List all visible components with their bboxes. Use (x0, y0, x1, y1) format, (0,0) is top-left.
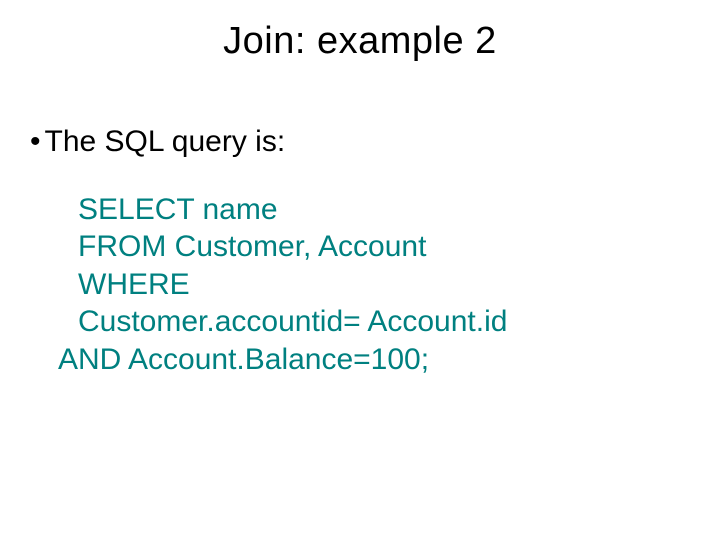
bullet-text: The SQL query is: (45, 123, 286, 161)
slide-body: • The SQL query is: SELECT name FROM Cus… (0, 63, 720, 378)
sql-line-join-cond: Customer.accountid= Account.id (30, 303, 690, 341)
sql-line-and: AND Account.Balance=100; (30, 341, 690, 379)
slide-title: Join: example 2 (0, 0, 720, 63)
sql-line-select: SELECT name (30, 191, 690, 229)
sql-line-from: FROM Customer, Account (30, 228, 690, 266)
bullet-item: • The SQL query is: (30, 123, 690, 161)
bullet-marker: • (30, 123, 41, 161)
sql-block: SELECT name FROM Customer, Account WHERE… (30, 191, 690, 379)
sql-line-where: WHERE (30, 266, 690, 304)
